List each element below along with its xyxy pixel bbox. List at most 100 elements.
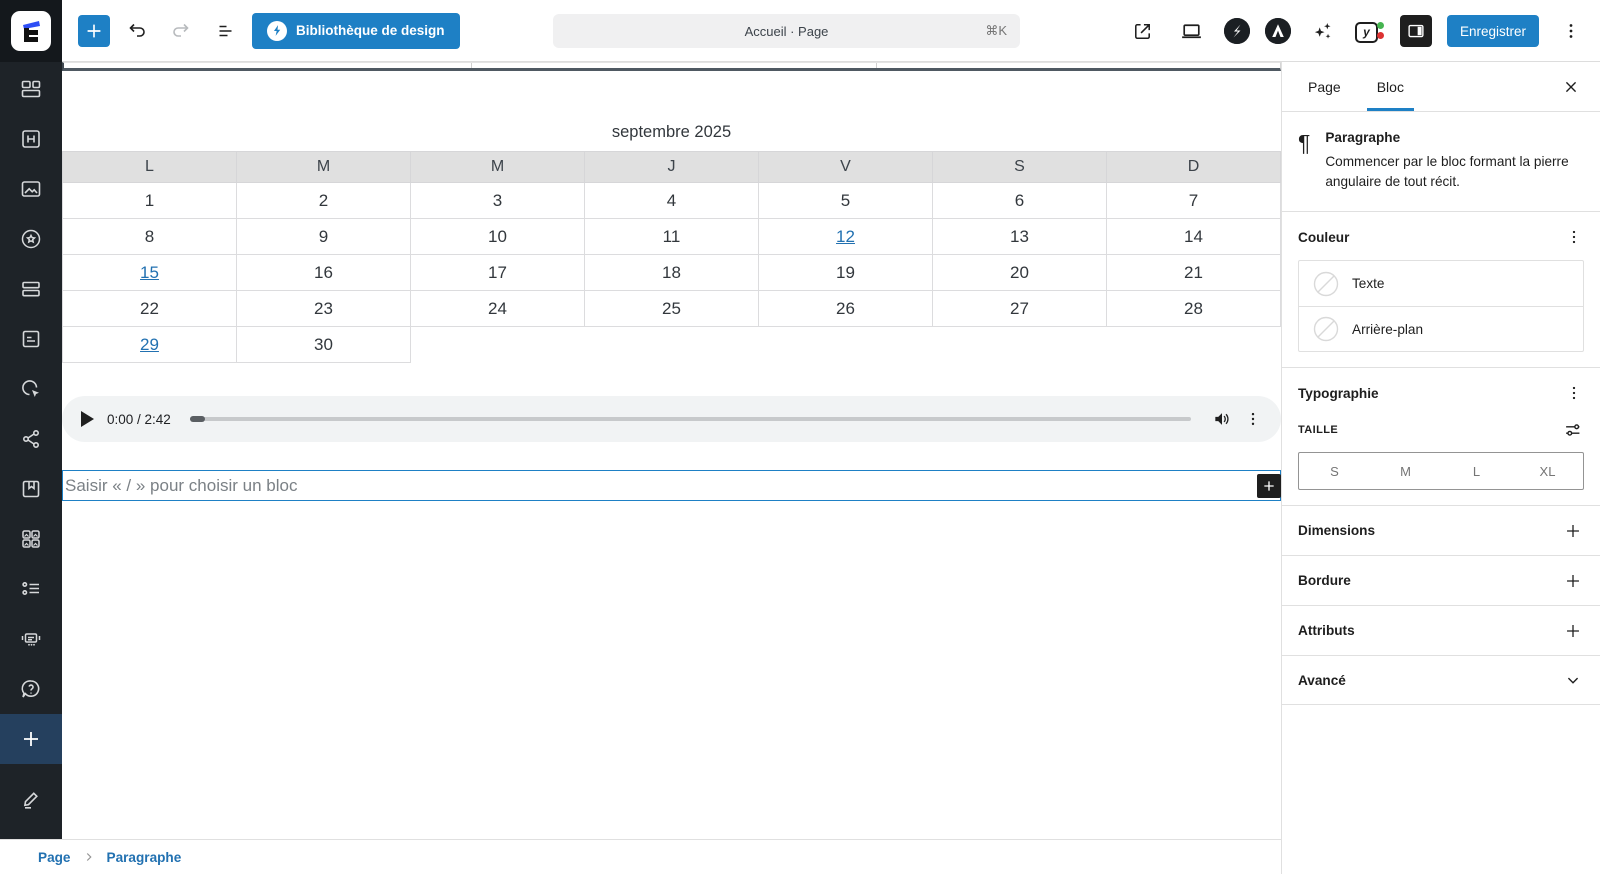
font-size-option-l[interactable]: L [1441,453,1512,489]
rail-item-add-block[interactable] [0,714,62,764]
tab-page[interactable]: Page [1290,62,1359,111]
breadcrumb-paragraph[interactable]: Paragraphe [107,850,182,865]
redo-button[interactable] [164,14,198,48]
typography-panel-options-button[interactable] [1564,383,1584,403]
editor-logo-icon [11,11,51,51]
rail-item-gallery[interactable] [0,514,62,564]
rail-item-interactions[interactable] [0,364,62,414]
calendar-day-cell: 2 [237,183,411,219]
calendar-day-header: J [585,152,759,183]
preview-device-button[interactable] [1175,14,1209,48]
audio-seek-slider[interactable] [190,417,1191,421]
calendar-day-cell: 3 [411,183,585,219]
command-center-bar[interactable]: Accueil · Page ⌘K [553,14,1020,48]
bookmark-icon [19,477,43,501]
external-link-icon [1131,20,1154,43]
advanced-panel-toggle[interactable]: Avancé [1282,655,1600,705]
rail-item-slider[interactable] [0,614,62,664]
yoast-seo-button[interactable]: y [1355,19,1385,43]
site-logo[interactable] [0,0,62,62]
breadcrumb-page[interactable]: Page [38,850,71,865]
font-size-option-xl[interactable]: XL [1512,453,1583,489]
play-icon [81,411,94,427]
click-cursor-icon [19,377,43,401]
attributes-panel-toggle[interactable]: Attributs [1282,605,1600,655]
calendar-day-header: M [411,152,585,183]
calendar-day-cell: 14 [1107,219,1281,255]
block-inserter-button[interactable] [78,15,110,47]
kebab-menu-icon [1560,20,1582,42]
font-size-option-s[interactable]: S [1299,453,1370,489]
extendify-button[interactable] [1224,18,1250,44]
document-overview-button[interactable] [208,14,242,48]
settings-sidebar-toggle[interactable] [1400,15,1432,47]
audio-player-block[interactable]: 0:00 / 2:42 [62,396,1281,442]
rail-item-share[interactable] [0,414,62,464]
calendar-day-cell: 13 [933,219,1107,255]
calendar-day-cell: 18 [585,255,759,291]
calendar-table: LMMJVSD 12345678910111213141516171819202… [62,151,1281,363]
calendar-day-link[interactable]: 29 [140,335,159,354]
help-bubble-icon [19,677,43,701]
font-size-option-m[interactable]: M [1370,453,1441,489]
chevron-down-icon [1562,669,1584,691]
audio-volume-button[interactable] [1212,409,1232,429]
text-color-row[interactable]: Texte [1299,261,1583,306]
calendar-caption: septembre 2025 [62,123,1281,142]
calendar-day-cell: 5 [759,183,933,219]
rail-item-rows[interactable] [0,264,62,314]
plus-icon [1562,570,1584,592]
calendar-week-row: 2930 [63,327,1281,363]
audio-play-button[interactable] [81,411,94,427]
ai-assistant-button[interactable] [1306,14,1340,48]
save-button[interactable]: Enregistrer [1447,15,1539,47]
rail-item-edit[interactable] [0,774,62,824]
view-site-button[interactable] [1126,14,1160,48]
rail-item-featured[interactable] [0,214,62,264]
table-block-bottom-fragment[interactable] [62,62,1281,71]
redo-icon [169,19,193,43]
inspector-tabs: Page Bloc [1282,62,1600,112]
rail-item-help[interactable] [0,664,62,714]
rail-item-bookmark[interactable] [0,464,62,514]
calendar-week-row: 891011121314 [63,219,1281,255]
table-column-divider [876,63,877,68]
no-color-swatch-icon [1313,271,1339,297]
rail-item-image[interactable] [0,164,62,214]
options-menu-button[interactable] [1554,14,1588,48]
background-color-row[interactable]: Arrière-plan [1299,306,1583,351]
paragraph-block-selected[interactable]: Saisir « / » pour choisir un bloc [62,470,1281,501]
close-sidebar-button[interactable] [1550,62,1592,111]
carousel-icon [19,627,43,651]
sliders-icon [1562,419,1584,441]
dimensions-panel-toggle[interactable]: Dimensions [1282,505,1600,555]
settings-sidebar: Page Bloc ¶ Paragraphe Commencer par le … [1281,62,1600,874]
rail-item-patterns[interactable] [0,64,62,114]
rail-item-list[interactable] [0,564,62,614]
astra-button[interactable] [1265,18,1291,44]
block-appender-button[interactable] [1257,474,1281,498]
pencil-icon [19,787,43,811]
tab-bloc[interactable]: Bloc [1359,62,1422,111]
yoast-red-dot [1377,32,1384,39]
audio-options-button[interactable] [1244,410,1262,428]
color-panel: Couleur Texte Arrière-plan [1282,211,1600,367]
border-panel-toggle[interactable]: Bordure [1282,555,1600,605]
audio-seek-thumb[interactable] [190,416,205,422]
editor-canvas[interactable]: septembre 2025 LMMJVSD 12345678910111213… [62,62,1281,839]
calendar-day-link[interactable]: 15 [140,263,159,282]
calendar-day-cell: 15 [63,255,237,291]
font-size-settings-button[interactable] [1562,419,1584,441]
color-panel-options-button[interactable] [1564,227,1584,247]
calendar-block[interactable]: septembre 2025 LMMJVSD 12345678910111213… [62,123,1281,363]
undo-button[interactable] [120,14,154,48]
sidebar-panel-icon [1405,20,1427,42]
calendar-day-link[interactable]: 12 [836,227,855,246]
rail-item-form[interactable] [0,314,62,364]
rail-item-header[interactable] [0,114,62,164]
design-library-button[interactable]: Bibliothèque de design [252,13,460,49]
add-plus-icon [19,727,43,751]
calendar-day-cell: 12 [759,219,933,255]
calendar-day-cell: 16 [237,255,411,291]
block-info-card: ¶ Paragraphe Commencer par le bloc forma… [1282,112,1600,211]
